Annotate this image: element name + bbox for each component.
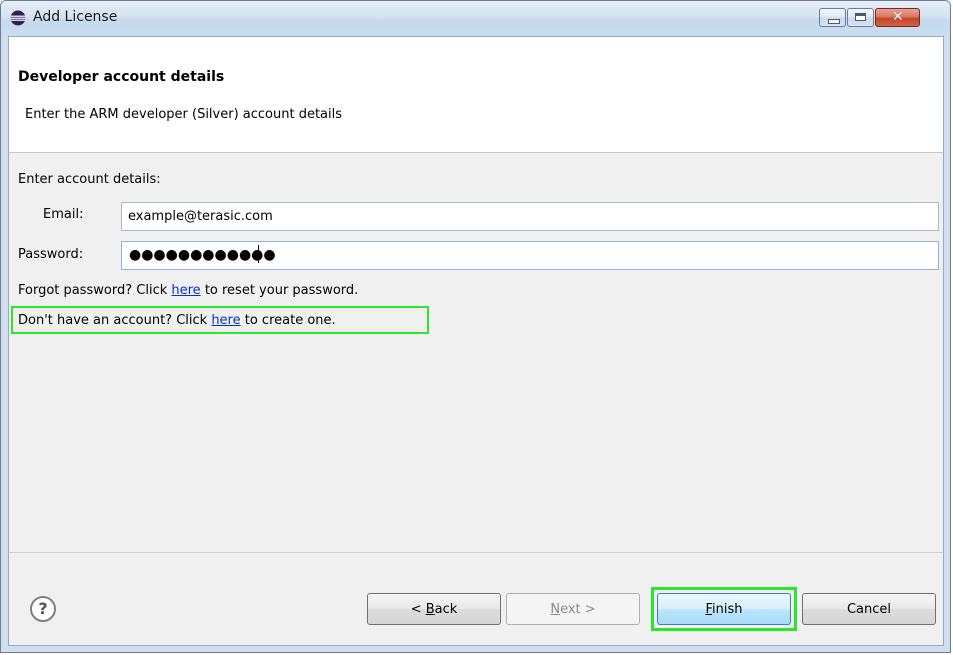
next-button[interactable]: Next >	[506, 593, 640, 625]
cancel-button[interactable]: Cancel	[802, 593, 936, 625]
eclipse-icon	[10, 10, 26, 26]
page-description: Enter the ARM developer (Silver) account…	[25, 107, 343, 122]
next-mnemonic: N	[550, 601, 561, 617]
password-mask: ●●●●●●●●●●●●	[129, 247, 276, 263]
create-account-text: Don't have an account? Click here to cre…	[18, 313, 336, 328]
finish-button[interactable]: Finish	[657, 593, 791, 625]
password-label: Password:	[18, 247, 84, 262]
reset-password-link[interactable]: here	[171, 283, 200, 298]
create-prefix: Don't have an account? Click	[18, 313, 212, 328]
forgot-suffix: to reset your password.	[200, 283, 359, 298]
text-cursor	[258, 245, 259, 263]
maximize-icon	[855, 13, 866, 21]
close-button[interactable]: ✕	[875, 8, 920, 27]
close-icon: ✕	[892, 9, 904, 25]
minimize-button[interactable]	[819, 8, 846, 27]
next-rest: ext >	[560, 601, 596, 617]
help-icon[interactable]: ?	[30, 596, 56, 622]
forgot-password-text: Forgot password? Click here to reset you…	[18, 283, 358, 298]
add-license-dialog: Add License ✕ Developer account details …	[0, 0, 951, 653]
wizard-header: Developer account details Enter the ARM …	[9, 37, 943, 153]
finish-rest: inish	[712, 601, 743, 617]
email-field[interactable]	[121, 202, 939, 231]
dialog-content: Developer account details Enter the ARM …	[8, 36, 944, 646]
create-account-link[interactable]: here	[211, 313, 240, 328]
footer-divider	[9, 552, 943, 553]
back-mnemonic: B	[425, 601, 435, 617]
window-title: Add License	[33, 9, 118, 25]
forgot-prefix: Forgot password? Click	[18, 283, 172, 298]
back-prefix: <	[410, 601, 426, 617]
create-suffix: to create one.	[240, 313, 336, 328]
back-rest: ack	[434, 601, 458, 617]
back-button[interactable]: < Back	[367, 593, 501, 625]
email-label: Email:	[43, 207, 84, 222]
maximize-button[interactable]	[847, 8, 874, 27]
section-label: Enter account details:	[18, 172, 161, 187]
title-bar[interactable]: Add License ✕	[1, 1, 950, 36]
page-title: Developer account details	[18, 69, 225, 85]
minimize-icon	[828, 19, 840, 24]
